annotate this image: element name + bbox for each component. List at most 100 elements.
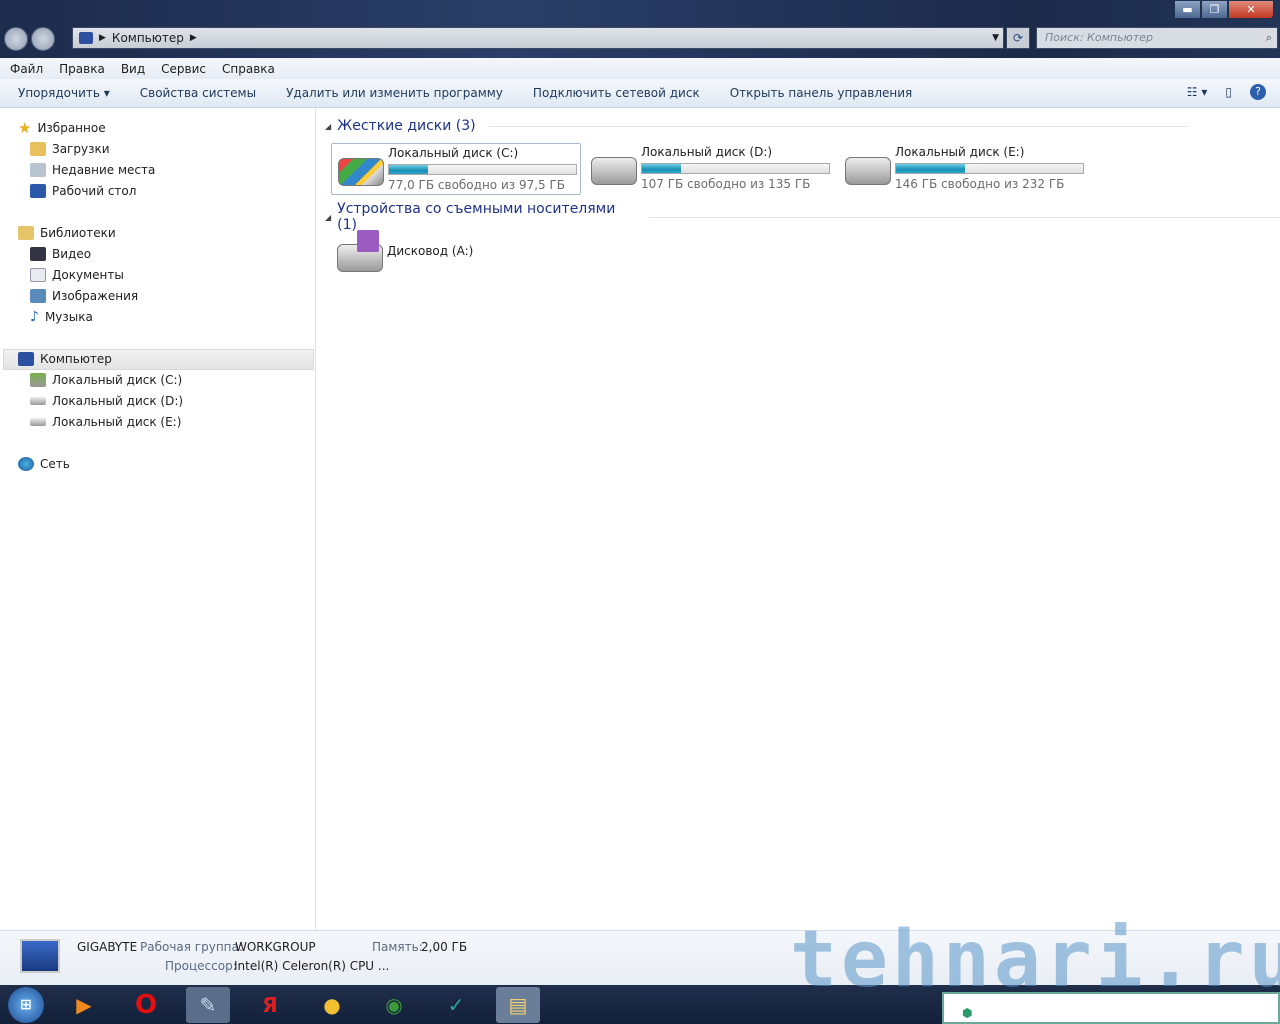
back-button[interactable] [4,27,28,51]
chevron-right-icon: ▶ [99,33,106,43]
system-drive-icon [30,373,46,387]
help-icon[interactable]: ? [1250,84,1266,100]
shield-icon: ⬢ [962,1006,973,1020]
label: Библиотеки [40,226,116,240]
recent-places-icon [30,163,46,177]
sidebar-network[interactable]: Сеть [18,454,70,474]
label: Изображения [52,289,139,303]
control-panel-button[interactable]: Открыть панель управления [730,86,913,100]
drive-e[interactable]: Локальный диск (E:) 146 ГБ свободно из 2… [839,143,1089,195]
sidebar-item-video[interactable]: Видео [30,244,91,264]
collapse-icon: ◢ [325,212,332,222]
usage-fill [642,164,681,173]
label: Локальный диск (C:) [52,373,183,387]
menu-bar: Файл Правка Вид Сервис Справка [0,58,1280,79]
chrome-icon[interactable]: ◉ [372,987,416,1023]
forward-button[interactable] [31,27,55,51]
tool-icon[interactable]: ✓ [434,987,478,1023]
drive-c[interactable]: Локальный диск (C:) 77,0 ГБ свободно из … [331,143,581,195]
group-title: Жесткие диски (3) [337,118,476,134]
notepad-icon[interactable]: ✎ [186,986,230,1023]
label: Видео [52,247,92,261]
opera-icon[interactable]: O [124,987,168,1023]
libraries-icon [18,226,34,240]
sidebar-computer[interactable]: Компьютер [18,349,112,369]
yandex-icon[interactable]: Я [248,987,292,1023]
label: Загрузки [52,142,110,156]
label: Избранное [37,121,106,135]
minimize-button[interactable]: ▬ [1174,0,1201,19]
label: Документы [52,268,124,282]
title-bar: ▬ ❐ ✕ ▶ Компьютер ▶ ▼ ⟳ Поиск: Компьютер… [0,0,1280,58]
star-icon: ★ [18,119,32,137]
computer-icon [20,939,60,973]
explorer-icon[interactable]: ▤ [496,986,540,1023]
chevron-down-icon[interactable]: ▼ [992,33,999,43]
sidebar-item-drive-c[interactable]: Локальный диск (C:) [30,370,182,390]
menu-help[interactable]: Справка [222,62,275,76]
video-icon [30,247,46,261]
label: Рабочий стол [52,184,137,198]
organize-button[interactable]: Упорядочить ▾ [18,86,110,100]
sidebar-item-recent[interactable]: Недавние места [30,160,155,180]
drive-icon [30,418,46,426]
system-properties-button[interactable]: Свойства системы [140,86,256,100]
close-button[interactable]: ✕ [1228,0,1274,19]
refresh-button[interactable]: ⟳ [1006,27,1030,49]
memory-label: Память: [372,940,423,954]
drive-d[interactable]: Локальный диск (D:) 107 ГБ свободно из 1… [585,143,835,195]
sidebar-item-drive-e[interactable]: Локальный диск (E:) [30,412,181,432]
maximize-button[interactable]: ❐ [1201,0,1228,19]
label: Локальный диск (E:) [52,415,182,429]
preview-pane-icon[interactable]: ▯ [1225,85,1232,99]
start-button[interactable]: ⊞ [8,986,44,1023]
uninstall-program-button[interactable]: Удалить или изменить программу [286,86,503,100]
notification-popup[interactable]: ⬢ [942,992,1280,1024]
computer-icon [18,352,34,366]
computer-icon [79,32,93,44]
sidebar-item-desktop[interactable]: Рабочий стол [30,181,136,201]
menu-file[interactable]: Файл [10,62,43,76]
usage-bar [895,163,1084,174]
sidebar-item-music[interactable]: ♪ Музыка [30,307,93,327]
drive-name: Локальный диск (E:) [895,145,1025,159]
media-player-icon[interactable]: ▶ [62,987,106,1023]
usage-bar [641,163,830,174]
sidebar-item-downloads[interactable]: Загрузки [30,139,110,159]
workgroup-value: WORKGROUP [235,940,316,954]
sidebar-libraries[interactable]: Библиотеки [18,223,116,243]
music-icon: ♪ [30,309,39,325]
menu-edit[interactable]: Правка [59,62,105,76]
drive-icon [591,157,637,185]
sidebar-item-documents[interactable]: Документы [30,265,124,285]
usage-bar [388,164,577,175]
breadcrumb-computer[interactable]: Компьютер [112,31,184,45]
view-options-icon[interactable]: ☷ ▾ [1187,85,1208,99]
sidebar-item-drive-d[interactable]: Локальный диск (D:) [30,391,183,411]
free-space: 107 ГБ свободно из 135 ГБ [641,177,811,191]
map-network-drive-button[interactable]: Подключить сетевой диск [533,86,700,100]
label: Локальный диск (D:) [52,394,184,408]
collapse-icon: ◢ [325,121,332,131]
group-header-hard-disks[interactable]: ◢ Жесткие диски (3) [325,118,1188,134]
memory-value: 2,00 ГБ [421,940,468,954]
chevron-right-icon[interactable]: ▶ [190,33,197,43]
sidebar-item-pictures[interactable]: Изображения [30,286,138,306]
network-icon [18,457,34,471]
address-bar[interactable]: ▶ Компьютер ▶ ▼ [72,27,1004,49]
content-pane: ◢ Жесткие диски (3) Локальный диск (C:) 7… [317,108,1280,930]
drive-a[interactable]: Дисковод (A:) [331,226,581,278]
drive-name: Локальный диск (C:) [388,146,519,160]
search-icon: ⌕ [1265,31,1272,44]
paint-icon[interactable]: ● [310,987,354,1023]
menu-view[interactable]: Вид [121,62,145,76]
documents-icon [30,268,46,282]
search-placeholder: Поиск: Компьютер [1045,31,1153,44]
cpu-value: Intel(R) Celeron(R) CPU ... [234,959,390,973]
free-space: 146 ГБ свободно из 232 ГБ [895,177,1065,191]
usage-fill [896,164,966,173]
menu-tools[interactable]: Сервис [161,62,206,76]
drive-icon [30,397,46,405]
search-input[interactable]: Поиск: Компьютер ⌕ [1036,27,1278,49]
sidebar-favorites[interactable]: ★ Избранное [18,118,106,138]
